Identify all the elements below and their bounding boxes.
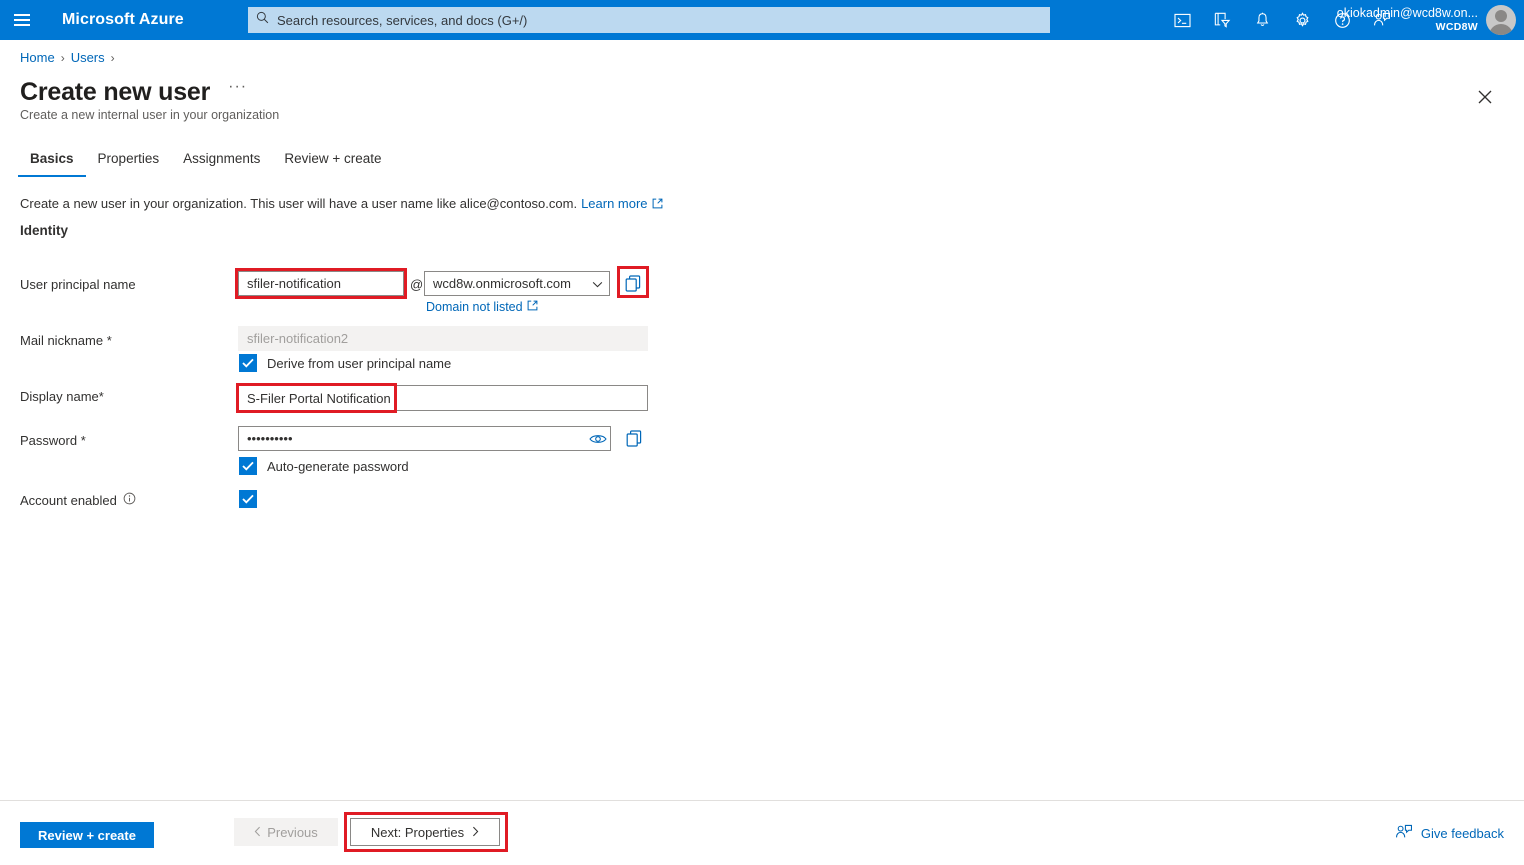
domain-select-value: wcd8w.onmicrosoft.com	[433, 276, 571, 291]
external-link-icon	[652, 198, 663, 209]
label-password: Password *	[20, 433, 86, 448]
mail-nickname-input	[238, 326, 648, 351]
derive-from-upn-label: Derive from user principal name	[267, 355, 452, 371]
page-subtitle: Create a new internal user in your organ…	[20, 108, 280, 122]
tab-assignments[interactable]: Assignments	[171, 148, 272, 177]
directory-filter-icon[interactable]	[1202, 0, 1242, 40]
account-info[interactable]: okiokadmin@wcd8w.on... WCD8W	[1337, 0, 1478, 40]
label-display-name: Display name*	[20, 389, 104, 404]
give-feedback-button[interactable]: Give feedback	[1395, 824, 1504, 843]
domain-not-listed-link[interactable]: Domain not listed	[426, 300, 538, 314]
chevron-right-icon	[472, 825, 479, 840]
intro-text-block: Create a new user in your organization. …	[20, 196, 663, 211]
learn-more-link[interactable]: Learn more	[581, 196, 647, 211]
notifications-bell-icon[interactable]	[1242, 0, 1282, 40]
label-user-principal-name: User principal name	[20, 277, 136, 292]
external-link-icon-domain	[527, 300, 538, 314]
breadcrumb-item-home[interactable]: Home	[20, 50, 55, 65]
domain-not-listed-label: Domain not listed	[426, 300, 523, 314]
auto-generate-password-row[interactable]: Auto-generate password	[239, 457, 409, 475]
user-principal-name-input[interactable]	[238, 271, 404, 296]
account-enabled-checkbox[interactable]	[239, 490, 257, 508]
account-email: okiokadmin@wcd8w.on...	[1336, 6, 1478, 20]
intro-text: Create a new user in your organization. …	[20, 196, 578, 211]
derive-from-upn-checkbox[interactable]	[239, 354, 257, 372]
azure-brand-logo[interactable]: Microsoft Azure	[62, 11, 184, 29]
eye-icon[interactable]	[588, 429, 608, 448]
derive-from-upn-row[interactable]: Derive from user principal name	[239, 354, 451, 372]
label-account-enabled-row: Account enabled	[20, 492, 136, 508]
settings-gear-icon[interactable]	[1282, 0, 1322, 40]
give-feedback-label: Give feedback	[1420, 826, 1504, 841]
account-directory: WCD8W	[1435, 21, 1478, 33]
breadcrumb: Home › Users ›	[20, 50, 115, 65]
tab-properties[interactable]: Properties	[86, 148, 172, 177]
next-properties-label: Next: Properties	[370, 824, 465, 840]
tab-review-create[interactable]: Review + create	[272, 148, 393, 177]
hamburger-menu-icon[interactable]	[0, 0, 44, 40]
copy-upn-icon[interactable]	[622, 271, 644, 295]
wizard-tabs: Basics Properties Assignments Review + c…	[18, 148, 394, 177]
search-icon	[256, 11, 275, 29]
password-input[interactable]	[238, 426, 611, 451]
info-icon[interactable]	[123, 492, 136, 508]
footer-separator	[0, 800, 1524, 801]
review-create-button[interactable]: Review + create	[20, 822, 154, 848]
breadcrumb-separator-icon-2: ›	[110, 50, 115, 65]
breadcrumb-separator-icon: ›	[60, 50, 65, 65]
page-header: Create new user ···	[20, 76, 247, 108]
tab-basics[interactable]: Basics	[18, 148, 86, 177]
label-mail-nickname: Mail nickname *	[20, 333, 112, 348]
global-search-box[interactable]	[248, 7, 1050, 33]
auto-generate-password-label: Auto-generate password	[267, 458, 409, 474]
page-title: Create new user	[20, 78, 211, 106]
at-symbol: @	[410, 277, 424, 292]
label-account-enabled: Account enabled	[20, 492, 117, 508]
section-header-identity: Identity	[20, 223, 69, 238]
auto-generate-password-checkbox[interactable]	[239, 457, 257, 475]
domain-select[interactable]: wcd8w.onmicrosoft.com	[424, 271, 610, 296]
next-properties-button[interactable]: Next: Properties	[350, 818, 500, 846]
cloud-shell-icon[interactable]	[1162, 0, 1202, 40]
display-name-input[interactable]	[238, 385, 648, 411]
search-input[interactable]	[275, 11, 1042, 29]
chevron-down-icon	[592, 276, 603, 291]
avatar[interactable]	[1486, 5, 1516, 35]
previous-button: Previous	[234, 818, 338, 846]
top-navigation-bar: Microsoft Azure Search resources, servic…	[0, 0, 1524, 40]
previous-button-label: Previous	[267, 824, 318, 840]
close-icon[interactable]	[1470, 82, 1500, 112]
feedback-person-icon	[1395, 824, 1413, 843]
copy-password-icon[interactable]	[623, 426, 645, 450]
more-options-icon[interactable]: ···	[228, 79, 247, 102]
chevron-left-icon	[254, 825, 261, 840]
breadcrumb-item-users[interactable]: Users	[71, 50, 105, 65]
account-enabled-row[interactable]	[239, 490, 257, 508]
